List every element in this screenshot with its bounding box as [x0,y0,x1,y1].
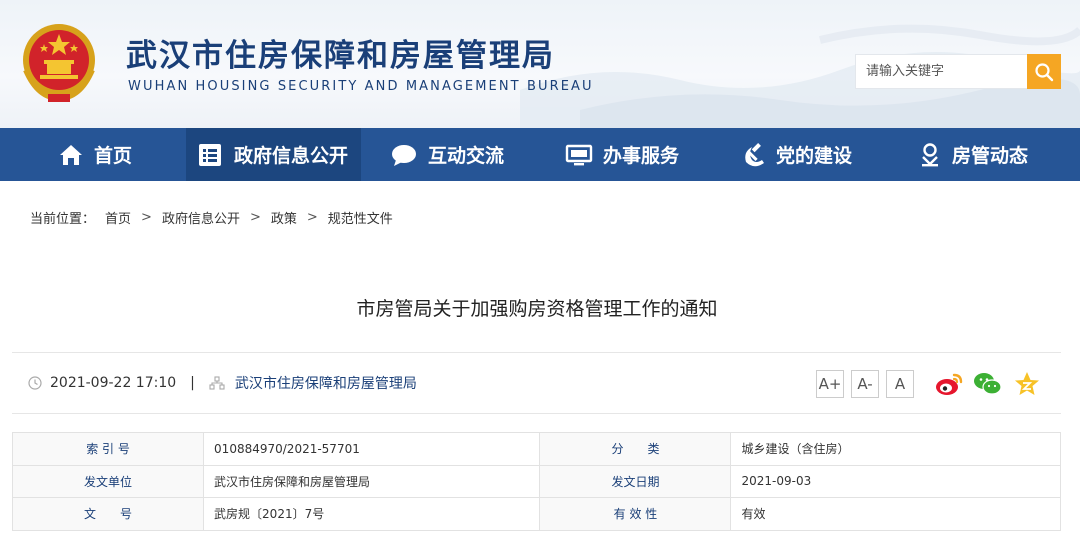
publisher-name: 武汉市住房保障和房屋管理局 [234,376,417,392]
nav-item-housing-news[interactable]: 房管动态 [918,128,1048,181]
nav-item-label: 首页 [94,145,133,167]
main-nav: 首页 政府信息公开 互动交流 办事服务 党的建设 房管动态 [0,128,1080,181]
breadcrumb: 当前位置： 首页 > 政府信息公开 > 政策 > 规范性文件 [30,208,393,227]
breadcrumb-separator: > [141,210,152,225]
nav-item-label: 政府信息公开 [234,145,349,167]
category-label: 分 类 [539,432,732,466]
nav-item-interaction[interactable]: 互动交流 [390,128,520,181]
document-info-table: 索 引 号 010884970/2021-57701 分 类 城乡建设（含住房）… [11,432,1061,531]
nav-item-services[interactable]: 办事服务 [565,128,695,181]
nav-item-label: 互动交流 [428,145,505,167]
breadcrumb-item-normative-docs[interactable]: 规范性文件 [328,208,393,227]
breadcrumb-item-home[interactable]: 首页 [105,208,131,227]
breadcrumb-item-policy[interactable]: 政策 [271,208,297,227]
breadcrumb-item-gov-info[interactable]: 政府信息公开 [162,208,240,227]
weibo-icon[interactable] [934,371,964,401]
font-increase-label: A+ [818,375,842,393]
article-title: 市房管局关于加强购房资格管理工作的通知 [356,298,718,320]
hammer-sickle-icon [740,142,766,168]
clock-icon [28,376,42,390]
nav-item-gov-info[interactable]: 政府信息公开 [186,128,361,181]
nav-item-party-building[interactable]: 党的建设 [740,128,870,181]
search-icon [1035,62,1054,81]
article-meta-bar: 2021-09-22 17:10 | 武汉市住房保障和房屋管理局 A+ A- A [12,352,1061,414]
person-location-icon [918,142,942,168]
font-default-button[interactable]: A [886,370,914,398]
font-default-label: A [894,375,906,393]
table-row: 文 号 武房规〔2021〕7号 有 效 性 有效 [11,497,1061,531]
breadcrumb-separator: > [306,210,318,225]
monitor-icon [565,143,593,167]
issuing-unit-value: 武汉市住房保障和房屋管理局 [203,464,541,498]
validity-value: 有效 [730,497,1061,531]
validity-label: 有 效 性 [539,497,732,531]
site-title: 武汉市住房保障和房屋管理局 [126,38,555,74]
breadcrumb-separator: > [249,210,261,225]
org-icon [209,376,225,390]
font-increase-button[interactable]: A+ [816,370,844,398]
issuing-unit-label: 发文单位 [11,464,205,498]
site-subtitle: WUHAN HOUSING SECURITY AND MANAGEMENT BU… [128,79,594,94]
table-row: 发文单位 武汉市住房保障和房屋管理局 发文日期 2021-09-03 [11,464,1061,498]
national-emblem-icon [18,20,100,104]
document-number-label: 文 号 [11,497,205,531]
publish-datetime: 2021-09-22 17:10 [50,375,177,391]
issue-date-label: 发文日期 [539,464,732,498]
font-decrease-label: A- [857,375,873,393]
breadcrumb-prefix: 当前位置： [30,212,96,227]
wechat-icon[interactable] [973,371,1003,401]
meta-divider: | [190,375,195,391]
nav-item-label: 房管动态 [952,145,1029,167]
table-row: 索 引 号 010884970/2021-57701 分 类 城乡建设（含住房） [11,432,1061,466]
document-number-value: 武房规〔2021〕7号 [203,497,541,531]
nav-item-home[interactable]: 首页 [58,128,168,181]
home-icon [58,143,84,167]
font-decrease-button[interactable]: A- [851,370,879,398]
document-list-icon [196,142,224,168]
article-meta: 2021-09-22 17:10 | 武汉市住房保障和房屋管理局 [28,373,417,393]
search-input[interactable] [855,54,1027,89]
site-header: 武汉市住房保障和房屋管理局 WUHAN HOUSING SECURITY AND… [0,0,1080,128]
issue-date-value: 2021-09-03 [730,464,1061,498]
index-number-value: 010884970/2021-57701 [203,432,541,466]
search-button[interactable] [1027,54,1061,89]
category-value: 城乡建设（含住房） [730,432,1061,466]
nav-item-label: 党的建设 [776,145,853,167]
qzone-star-icon[interactable] [1013,370,1041,402]
nav-item-label: 办事服务 [603,145,680,167]
index-number-label: 索 引 号 [11,432,205,466]
chat-bubble-icon [390,143,418,167]
